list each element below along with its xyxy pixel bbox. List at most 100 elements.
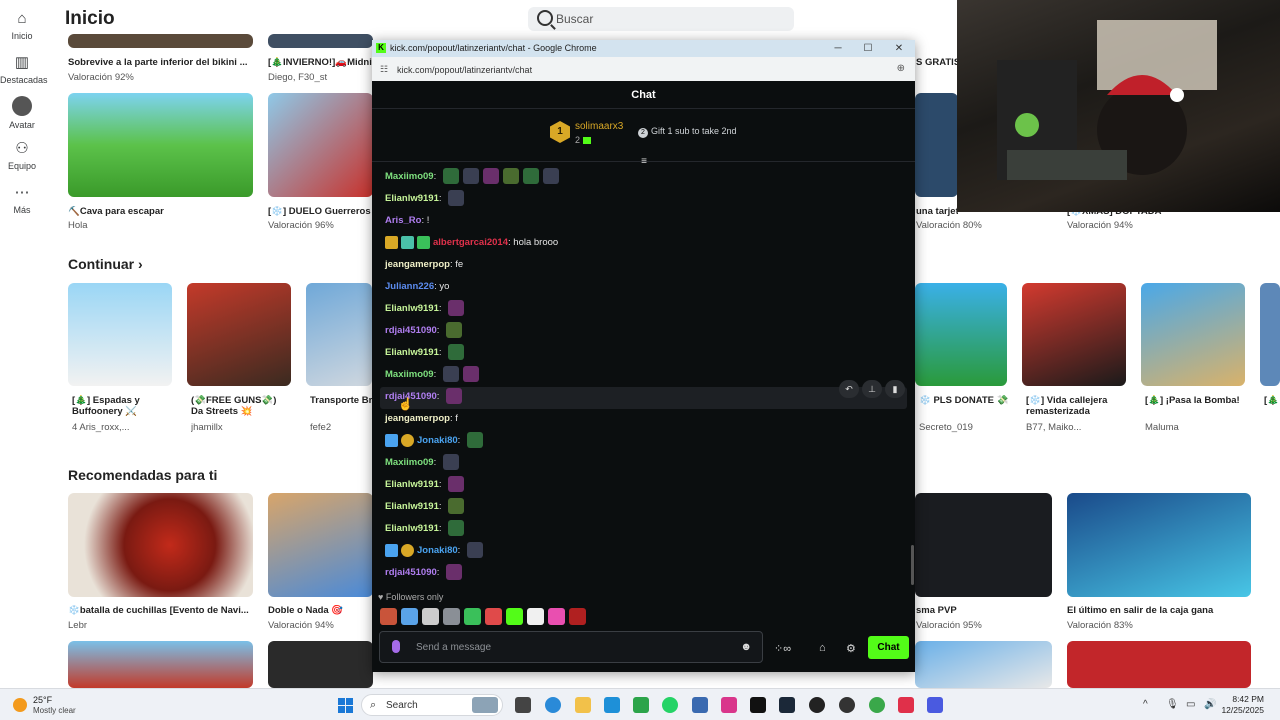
microphone-tray-icon[interactable]: 🎙 [1166, 699, 1179, 710]
chat-username[interactable]: rdjai451090 [385, 325, 437, 336]
chat-message[interactable]: jeangamerpop: fe [385, 255, 463, 275]
top-gifter-name[interactable]: solimaarx3 [575, 121, 623, 132]
chat-message[interactable]: albertgarcai2014: hola brooo [385, 233, 558, 253]
chat-username[interactable]: Aris_Ro [385, 215, 421, 226]
nav-item-equipo[interactable]: ⚇ Equipo [0, 140, 44, 171]
chat-message[interactable]: Aris_Ro: ! [385, 211, 429, 231]
game-thumbnail[interactable] [268, 93, 373, 197]
chat-username[interactable]: Jonaki80 [417, 435, 458, 446]
game-thumbnail[interactable] [268, 34, 373, 48]
chat-message[interactable]: Elianlw9191: [385, 519, 465, 539]
game-thumbnail[interactable] [68, 493, 253, 597]
chat-username[interactable]: Maxiimo09 [385, 457, 434, 468]
chat-username[interactable]: jeangamerpop [385, 259, 450, 270]
chat-message[interactable]: Maxiimo09: [385, 167, 559, 187]
chat-username[interactable]: Elianlw9191 [385, 193, 439, 204]
chat-username[interactable]: Elianlw9191 [385, 479, 439, 490]
emote-icon[interactable] [464, 608, 481, 626]
edge-icon[interactable] [545, 697, 561, 713]
emote-icon[interactable] [443, 608, 460, 626]
tiktok-icon[interactable] [750, 697, 766, 713]
app-icon[interactable] [692, 697, 708, 713]
game-thumbnail[interactable] [915, 93, 958, 197]
nav-item-mas[interactable]: ⋯ Más [0, 184, 44, 215]
chat-username[interactable]: Elianlw9191 [385, 347, 439, 358]
game-title[interactable]: Doble o Nada 🎯 [268, 605, 372, 616]
chat-username[interactable]: rdjai451090 [385, 567, 437, 578]
steam-icon[interactable] [779, 697, 795, 713]
clock[interactable]: 8:42 PM 12/25/2025 [1212, 694, 1264, 716]
game-title[interactable]: [❄️] Vida callejera remasterizada [1026, 395, 1130, 417]
chat-message[interactable]: rdjai451090: [385, 321, 463, 341]
tray-chevron-icon[interactable]: ^ [1143, 699, 1148, 710]
game-thumbnail[interactable] [68, 641, 253, 688]
game-title[interactable]: [🎄 [1264, 395, 1280, 406]
emote-icon[interactable] [527, 608, 544, 626]
nav-item-destacadas[interactable]: ▥ Destacadas [0, 54, 48, 85]
chat-message[interactable]: Jonaki80: [385, 541, 483, 561]
bits-icon[interactable]: ⁘∞ [774, 642, 791, 655]
address-bar[interactable]: ☷ kick.com/popout/latinzeriantv/chat ⊕ [372, 57, 915, 81]
task-view-icon[interactable] [515, 697, 531, 713]
chat-username[interactable]: albertgarcai2014 [433, 237, 508, 248]
emote-icon[interactable] [485, 608, 502, 626]
game-thumbnail[interactable] [68, 34, 253, 48]
game-title[interactable]: El último en salir de la caja gana [1067, 605, 1251, 616]
section-continuar[interactable]: Continuar › [68, 256, 143, 272]
game-title[interactable]: ❄️batalla de cuchillas [Evento de Navi..… [68, 605, 253, 616]
game-title[interactable]: S GRATIS [916, 57, 958, 68]
minimize-icon[interactable]: ─ [827, 41, 849, 56]
game-thumbnail[interactable] [1022, 283, 1126, 386]
game-title[interactable]: [🎄] Espadas y Buffoonery ⚔️ [72, 395, 172, 417]
game-thumbnail[interactable] [915, 283, 1007, 386]
chat-username[interactable]: Maxiimo09 [385, 171, 434, 182]
emote-icon[interactable] [548, 608, 565, 626]
windows-start-icon[interactable] [338, 698, 353, 713]
chat-message[interactable]: Maxiimo09: [385, 365, 479, 385]
whatsapp-icon[interactable] [662, 697, 678, 713]
chat-message[interactable]: Jonaki80: [385, 431, 483, 451]
maximize-icon[interactable]: ☐ [857, 41, 879, 56]
game-title[interactable]: una tarjeta de baloncesto [916, 206, 958, 217]
game-thumbnail[interactable] [268, 641, 373, 688]
app-icon[interactable] [839, 697, 855, 713]
chat-username[interactable]: Elianlw9191 [385, 501, 439, 512]
chat-message[interactable]: Elianlw9191: [385, 475, 465, 495]
emoji-picker-icon[interactable]: ☻ [740, 641, 752, 653]
game-thumbnail[interactable] [68, 93, 253, 197]
nav-item-avatar[interactable]: Avatar [0, 96, 44, 130]
scroll-to-bottom-icon[interactable]: ≡ [638, 157, 650, 167]
reply-icon[interactable]: ↶ [839, 380, 859, 398]
emote-icon[interactable] [380, 608, 397, 626]
game-thumbnail[interactable] [1067, 641, 1251, 688]
game-thumbnail[interactable] [268, 493, 373, 597]
app-icon[interactable] [898, 697, 914, 713]
game-thumbnail[interactable] [1141, 283, 1245, 386]
taskbar-search[interactable]: ⌕ Search [361, 694, 503, 716]
chat-message[interactable]: rdjai451090: [385, 387, 463, 407]
game-title[interactable]: ❄️ PLS DONATE 💸 [919, 395, 1009, 406]
gift-prompt[interactable]: 2 Gift 1 sub to take 2nd [638, 126, 737, 138]
game-title[interactable]: Transporte Br [310, 395, 372, 406]
chrome-icon[interactable] [869, 697, 885, 713]
delete-icon[interactable]: ▮ [885, 380, 905, 398]
search-input[interactable]: Buscar [528, 7, 794, 31]
instagram-icon[interactable] [721, 697, 737, 713]
store-app-icon[interactable] [604, 697, 620, 713]
nav-item-inicio[interactable]: ⌂ Inicio [0, 10, 44, 41]
chat-message[interactable]: Maxiimo09: [385, 453, 459, 473]
zoom-icon[interactable]: ⊕ [897, 63, 905, 74]
chat-message[interactable]: rdjai451090: [385, 563, 463, 583]
chat-username[interactable]: Maxiimo09 [385, 369, 434, 380]
close-icon[interactable]: ✕ [888, 41, 910, 56]
chat-message[interactable]: Elianlw9191: [385, 299, 465, 319]
file-explorer-icon[interactable] [575, 697, 591, 713]
chat-username[interactable]: Juliann226 [385, 281, 434, 292]
chat-input[interactable]: Send a message ☻ [379, 631, 763, 663]
network-icon[interactable]: ▭ [1186, 699, 1195, 710]
chat-message[interactable]: Elianlw9191: [385, 189, 465, 209]
game-title[interactable]: [❄️] DUELO Guerreros [268, 206, 372, 217]
window-titlebar[interactable]: K kick.com/popout/latinzeriantv/chat - G… [372, 40, 915, 57]
pin-icon[interactable]: ⊥ [862, 380, 882, 398]
game-thumbnail[interactable] [1067, 493, 1251, 597]
